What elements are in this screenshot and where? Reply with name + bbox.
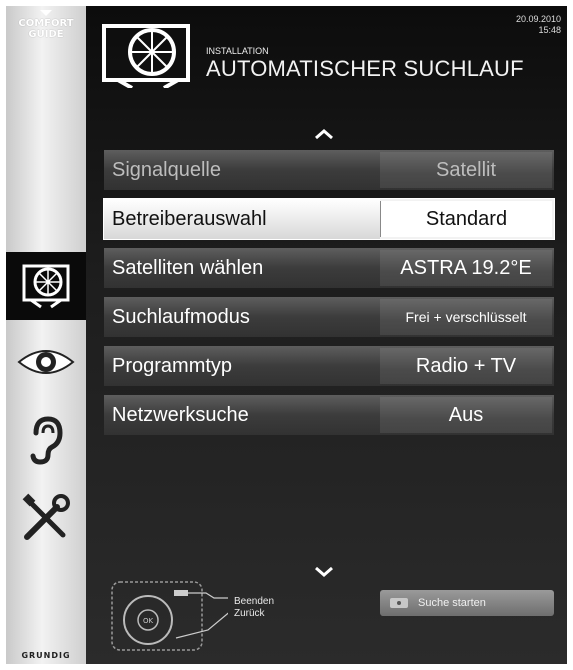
date-label: 20.09.2010: [515, 14, 561, 24]
satellite-dish-icon: [22, 264, 70, 309]
row-signal-source[interactable]: Signalquelle Satellit: [104, 150, 554, 190]
time-label: 15:48: [538, 25, 561, 35]
row-value: Radio + TV: [380, 348, 552, 384]
row-search-mode[interactable]: Suchlaufmodus Frei + verschlüsselt: [104, 297, 554, 337]
tv-menu-frame: COMFORT GUIDE GRUNDIG 20.09.2010 15:48 I…: [6, 6, 567, 664]
ear-icon: [30, 416, 63, 465]
row-label: Netzwerksuche: [112, 403, 249, 426]
date-time: 20.09.2010 15:48: [516, 14, 561, 36]
sidebar-item-settings[interactable]: [6, 484, 86, 552]
row-operator-selection[interactable]: Betreiberauswahl Standard: [103, 198, 555, 240]
row-select-satellites[interactable]: Satelliten wählen ASTRA 19.2°E: [104, 248, 554, 288]
row-program-type[interactable]: Programmtyp Radio + TV: [104, 346, 554, 386]
down-triangle-icon: [40, 10, 52, 16]
main-panel: 20.09.2010 15:48 INSTALLATION AUTOMATISC…: [86, 6, 567, 664]
page-subtitle: INSTALLATION: [206, 46, 269, 56]
exit-label: Beenden: [234, 596, 275, 607]
comfort-guide[interactable]: COMFORT GUIDE: [6, 10, 86, 40]
row-label: Signalquelle: [112, 158, 221, 181]
row-label: Satelliten wählen: [112, 256, 264, 279]
eye-icon: [17, 350, 75, 374]
row-value[interactable]: Standard: [380, 201, 552, 237]
start-search-label: Suche starten: [418, 597, 486, 609]
sidebar-item-picture[interactable]: [6, 328, 86, 396]
row-value: Aus: [380, 397, 552, 433]
row-value: ASTRA 19.2°E: [380, 250, 552, 286]
comfort-guide-label: COMFORT GUIDE: [18, 18, 74, 40]
back-label: Zurück: [234, 608, 265, 619]
settings-list: Signalquelle Satellit Betreiberauswahl S…: [103, 150, 555, 444]
sidebar: COMFORT GUIDE GRUNDIG: [6, 6, 86, 664]
installation-header-icon: [102, 24, 190, 88]
remote-legend: Beenden Zurück: [234, 596, 274, 620]
row-network-search[interactable]: Netzwerksuche Aus: [104, 395, 554, 435]
row-label: Programmtyp: [112, 354, 233, 377]
sidebar-item-installation[interactable]: [6, 252, 86, 320]
row-label: Suchlaufmodus: [112, 305, 250, 328]
red-key-icon: [390, 598, 408, 608]
scroll-up-icon[interactable]: [314, 128, 334, 140]
remote-control-icon: OK: [111, 581, 228, 651]
sidebar-item-sound[interactable]: [6, 406, 86, 474]
page-title: AUTOMATISCHER SUCHLAUF: [206, 56, 524, 81]
row-value: Frei + verschlüsselt: [380, 299, 552, 335]
scroll-down-icon[interactable]: [314, 566, 334, 578]
tools-icon: [22, 493, 70, 540]
row-label: Betreiberauswahl: [104, 199, 380, 239]
row-value: Satellit: [380, 152, 552, 188]
start-search-button[interactable]: Suche starten: [380, 590, 554, 616]
brand-logo: GRUNDIG: [21, 651, 71, 660]
svg-text:OK: OK: [143, 617, 154, 625]
